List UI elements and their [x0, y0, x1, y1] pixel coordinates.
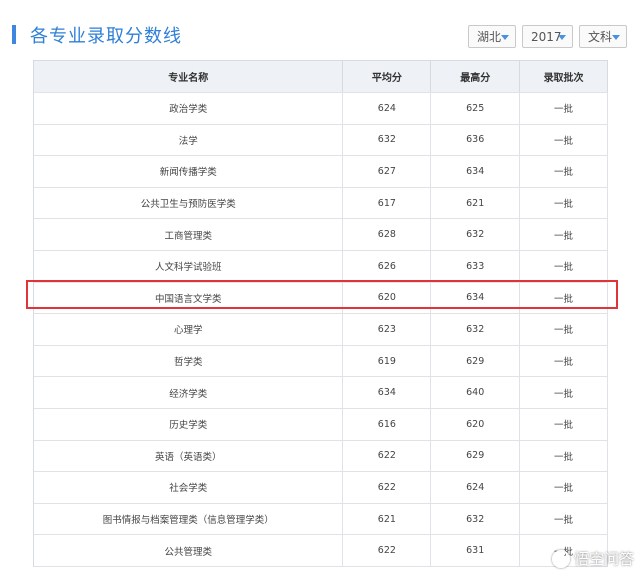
max-cell: 624	[431, 472, 521, 503]
max-cell: 631	[431, 535, 521, 566]
average-cell: 623	[343, 314, 432, 345]
max-cell: 620	[431, 408, 521, 440]
batch-cell: 一批	[520, 314, 608, 345]
batch-cell: 一批	[520, 408, 608, 440]
batch-cell: 一批	[520, 124, 608, 156]
table-row: 工商管理类 628 632 一批	[34, 219, 608, 251]
score-table: 专业名称 平均分 最高分 录取批次 政治学类 624 625 一批 法学 632 636 一批…	[33, 60, 608, 567]
major-cell: 政治学类	[34, 93, 344, 124]
average-cell: 619	[343, 345, 432, 377]
major-cell: 中国语言文学类	[34, 282, 344, 314]
batch-cell: 一批	[520, 250, 608, 282]
table-row: 图书情报与档案管理类（信息管理学类） 621 632 一批	[34, 503, 608, 536]
max-cell: 636	[431, 124, 521, 156]
major-cell: 历史学类	[34, 408, 344, 440]
max-cell: 621	[431, 187, 521, 219]
max-cell: 629	[431, 440, 521, 472]
average-cell: 621	[343, 503, 432, 535]
column-header-major: 专业名称	[34, 61, 344, 92]
max-cell: 633	[431, 250, 521, 282]
table-row: 哲学类 619 629 一批	[34, 345, 608, 378]
subject-dropdown[interactable]: 文科	[579, 25, 627, 48]
average-cell: 634	[343, 377, 432, 408]
table-row: 公共卫生与预防医学类 617 621 一批	[34, 187, 608, 220]
subject-value: 文科	[588, 30, 613, 44]
max-cell: 640	[431, 377, 521, 408]
batch-cell: 一批	[520, 472, 608, 503]
batch-cell: 一批	[520, 187, 608, 219]
table-row: 新闻传播学类 627 634 一批	[34, 156, 608, 188]
table-row: 中国语言文学类 620 634 一批	[34, 282, 608, 315]
batch-cell: 一批	[520, 93, 608, 124]
table-row: 公共管理类 622 631 一批	[34, 535, 608, 567]
average-cell: 617	[343, 187, 432, 219]
max-cell: 632	[431, 219, 521, 250]
column-header-average: 平均分	[343, 61, 432, 92]
major-cell: 哲学类	[34, 345, 344, 377]
batch-cell: 一批	[520, 377, 608, 408]
max-cell: 634	[431, 282, 521, 314]
max-cell: 634	[431, 156, 521, 187]
average-cell: 622	[343, 535, 432, 566]
table-row: 心理学 623 632 一批	[34, 314, 608, 346]
watermark: 悟空问答	[551, 548, 634, 569]
major-cell: 社会学类	[34, 472, 344, 503]
major-cell: 图书情报与档案管理类（信息管理学类）	[34, 503, 344, 535]
batch-cell: 一批	[520, 156, 608, 187]
batch-cell: 一批	[520, 440, 608, 472]
major-cell: 人文科学试验班	[34, 250, 344, 282]
table-row: 人文科学试验班 626 633 一批	[34, 250, 608, 283]
year-dropdown[interactable]: 2017	[522, 25, 573, 48]
major-cell: 公共管理类	[34, 535, 344, 566]
table-header-row: 专业名称 平均分 最高分 录取批次	[34, 61, 608, 93]
average-cell: 626	[343, 250, 432, 282]
major-cell: 心理学	[34, 314, 344, 345]
column-header-batch: 录取批次	[520, 61, 608, 92]
batch-cell: 一批	[520, 219, 608, 250]
major-cell: 新闻传播学类	[34, 156, 344, 187]
table-row: 法学 632 636 一批	[34, 124, 608, 157]
average-cell: 616	[343, 408, 432, 440]
table-row: 历史学类 616 620 一批	[34, 408, 608, 441]
year-value: 2017	[531, 29, 562, 44]
page-header: 各专业录取分数线 湖北 2017 文科	[0, 0, 640, 56]
average-cell: 624	[343, 93, 432, 124]
major-cell: 经济学类	[34, 377, 344, 408]
average-cell: 620	[343, 282, 432, 314]
max-cell: 632	[431, 314, 521, 345]
table-row: 政治学类 624 625 一批	[34, 93, 608, 125]
major-cell: 英语（英语类）	[34, 440, 344, 472]
major-cell: 法学	[34, 124, 344, 156]
batch-cell: 一批	[520, 282, 608, 314]
chevron-down-icon	[612, 35, 620, 40]
title-accent-bar	[12, 25, 16, 44]
batch-cell: 一批	[520, 345, 608, 377]
page-title: 各专业录取分数线	[30, 26, 182, 47]
province-dropdown[interactable]: 湖北	[468, 25, 516, 48]
average-cell: 622	[343, 440, 432, 472]
column-header-max: 最高分	[431, 61, 521, 92]
table-row: 社会学类 622 624 一批	[34, 472, 608, 504]
watermark-text: 悟空问答	[573, 550, 634, 568]
max-cell: 632	[431, 503, 521, 535]
table-row: 英语（英语类） 622 629 一批	[34, 440, 608, 473]
chevron-down-icon	[501, 35, 509, 40]
max-cell: 629	[431, 345, 521, 377]
average-cell: 627	[343, 156, 432, 187]
batch-cell: 一批	[520, 503, 608, 535]
wukong-logo-icon	[551, 549, 570, 568]
average-cell: 622	[343, 472, 432, 503]
major-cell: 公共卫生与预防医学类	[34, 187, 344, 219]
max-cell: 625	[431, 93, 521, 124]
major-cell: 工商管理类	[34, 219, 344, 250]
table-row: 经济学类 634 640 一批	[34, 377, 608, 409]
chevron-down-icon	[558, 35, 566, 40]
province-value: 湖北	[477, 30, 502, 44]
table-body: 政治学类 624 625 一批 法学 632 636 一批 新闻传播学类 627 634 一批 公共卫生…	[34, 93, 608, 567]
average-cell: 632	[343, 124, 432, 156]
average-cell: 628	[343, 219, 432, 250]
